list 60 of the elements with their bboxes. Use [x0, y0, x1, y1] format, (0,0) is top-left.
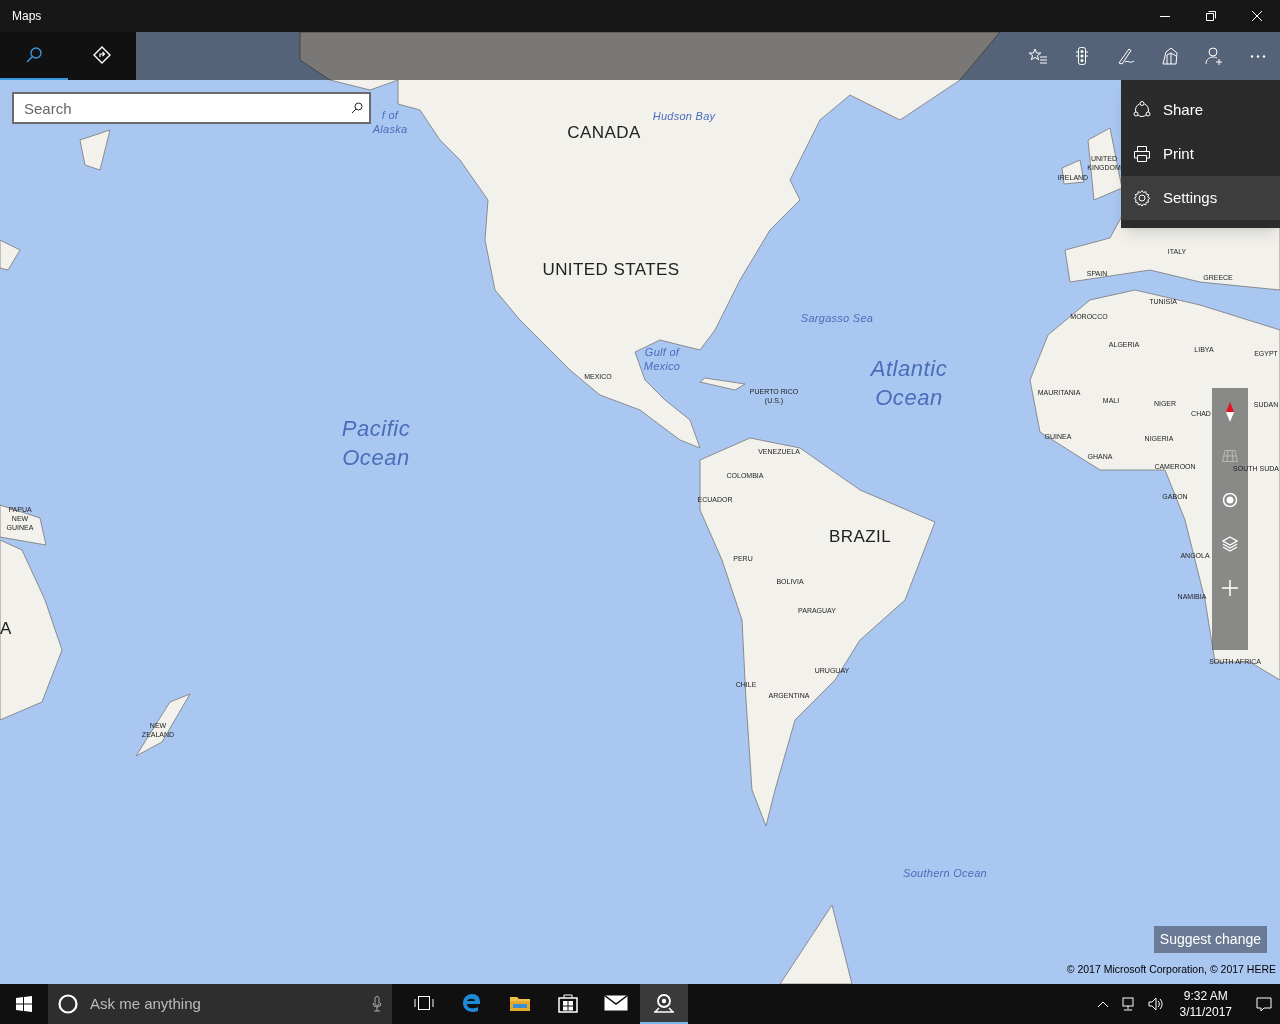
copyright-text: © 2017 Microsoft Corporation, © 2017 HERE [1066, 962, 1276, 978]
share-menu-item[interactable]: Share [1121, 88, 1280, 132]
shopping-bag-icon [558, 993, 578, 1013]
settings-menu-item[interactable]: Settings [1121, 176, 1280, 220]
task-view-icon [414, 995, 434, 1011]
clock-time: 9:32 AM [1183, 988, 1228, 1004]
search-placeholder: Ask me anything [90, 993, 202, 1014]
suggest-change-button[interactable]: Suggest change [1153, 926, 1267, 953]
printer-icon [1133, 145, 1151, 163]
add-person-icon [1205, 47, 1223, 65]
network-icon[interactable] [1119, 997, 1136, 1011]
star-list-icon [1029, 48, 1047, 64]
layers-icon [1222, 536, 1238, 552]
clock-date: 3/11/2017 [1179, 1004, 1232, 1020]
folder-icon [509, 994, 531, 1012]
taskbar-search-field[interactable]: Ask me anything [48, 984, 392, 1024]
pen-icon [1117, 47, 1135, 65]
notification-icon[interactable] [1256, 996, 1272, 1012]
buildings-icon [1162, 47, 1178, 65]
grid-icon [1222, 450, 1238, 462]
ocean-label: Pacific Ocean [341, 415, 411, 472]
compass-icon [1226, 402, 1234, 422]
settings-icon [1133, 189, 1151, 207]
maps-taskbar-button[interactable] [640, 984, 688, 1024]
country-label: A [0, 618, 12, 641]
water-label: Sargasso Sea [800, 311, 874, 325]
volume-icon[interactable] [1147, 997, 1164, 1011]
close-icon [1252, 11, 1262, 21]
water-label: Hudson Bay [652, 109, 716, 123]
clock[interactable]: 9:32 AM 3/11/2017 [1175, 988, 1236, 1020]
ocean-label: Atlantic Ocean [870, 355, 948, 412]
country-label: BRAZIL [828, 526, 892, 549]
browser-e-icon [462, 993, 482, 1013]
window-title: Maps [12, 8, 42, 24]
cortana-icon [58, 994, 78, 1014]
share-icon [1133, 101, 1151, 119]
locate-icon [1222, 492, 1238, 508]
map-pin-icon [653, 993, 675, 1013]
search-field[interactable]: Search [12, 92, 371, 124]
directions-icon [93, 46, 111, 64]
chevron-up-icon[interactable] [1097, 1001, 1108, 1007]
envelope-icon [604, 995, 628, 1011]
landmass [0, 239, 21, 271]
landmass [135, 693, 191, 757]
traffic-light-icon [1076, 47, 1088, 65]
plus-icon [1222, 580, 1238, 596]
country-label: UNITED STATES [542, 259, 680, 282]
print-menu-item[interactable]: Print [1121, 132, 1280, 176]
water-label: Southern Ocean [903, 866, 987, 880]
minimize-icon [1160, 15, 1170, 17]
microphone-icon [372, 996, 382, 1012]
country-label: CANADA [567, 122, 641, 145]
water-label: f of Alaska [372, 108, 408, 136]
water-label: Gulf of Mexico [643, 345, 681, 373]
more-icon [1250, 54, 1266, 58]
landmass [79, 129, 111, 171]
restore-icon [1206, 11, 1216, 21]
windows-logo-icon [16, 996, 32, 1012]
search-icon [26, 47, 42, 63]
search-icon [351, 102, 363, 114]
